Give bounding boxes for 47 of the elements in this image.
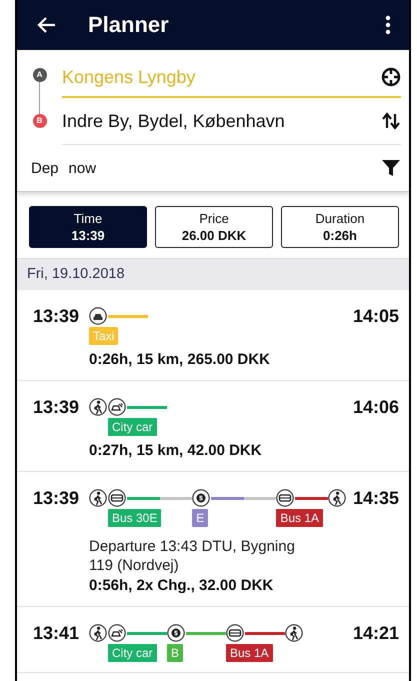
sort-tab[interactable]: Time 13:39	[29, 206, 147, 248]
bus-icon	[108, 489, 126, 507]
pedestrian-icon	[89, 624, 107, 642]
line-tag: Taxi	[89, 327, 118, 345]
sort-tab[interactable]: Duration 0:26h	[281, 206, 399, 248]
line-tag: Bus 30E	[108, 509, 162, 527]
line-tag: B	[167, 644, 184, 662]
screen-title: Planner	[88, 12, 170, 38]
line-tag: City car	[108, 418, 157, 436]
departure-time: 13:41	[33, 622, 80, 644]
crosshair-icon[interactable]	[381, 67, 401, 87]
time-value[interactable]: now	[68, 160, 381, 176]
train-icon	[192, 489, 210, 507]
line-tag: E	[192, 509, 208, 527]
car-icon	[108, 398, 126, 416]
trip-summary: 0:27h, 15 km, 42.00 DKK	[89, 442, 263, 459]
line-tag: City car	[108, 644, 157, 662]
departure-note: Departure 13:43 DTU, Bygning 119 (Nordvej)	[89, 537, 296, 575]
date-header: Fri, 19.10.2018	[17, 259, 409, 290]
swap-icon[interactable]	[381, 111, 401, 131]
pedestrian-icon	[89, 398, 107, 416]
departure-time: 13:39	[33, 487, 80, 509]
location-field[interactable]: Indre By, Bydel, København	[62, 110, 373, 132]
train-icon	[167, 624, 185, 642]
back-arrow-icon[interactable]	[37, 16, 57, 34]
point-marker: A	[32, 68, 46, 82]
bus-icon	[276, 489, 294, 507]
point-marker: B	[32, 114, 46, 128]
pedestrian-icon	[285, 624, 303, 642]
arrival-time: 14:35	[352, 487, 399, 509]
line-tag: Bus 1A	[276, 509, 324, 527]
arrival-time: 14:21	[352, 622, 399, 644]
trip-summary: 0:56h, 2x Chg., 32.00 DKK	[89, 577, 274, 594]
time-mode-label[interactable]: Dep	[31, 160, 59, 176]
pedestrian-icon	[89, 489, 107, 507]
departure-time: 13:39	[33, 396, 80, 418]
departure-time: 13:39	[33, 305, 80, 327]
more-menu-icon[interactable]	[385, 15, 391, 35]
arrival-time: 14:06	[352, 396, 399, 418]
trip-summary: 0:26h, 15 km, 265.00 DKK	[89, 351, 271, 368]
sort-tab[interactable]: Price 26.00 DKK	[155, 206, 273, 248]
line-tag: Bus 1A	[226, 644, 273, 662]
filter-icon[interactable]	[381, 158, 401, 178]
arrival-time: 14:05	[352, 305, 399, 327]
car-icon	[108, 624, 126, 642]
bus-icon	[226, 624, 244, 642]
pedestrian-icon	[328, 489, 346, 507]
